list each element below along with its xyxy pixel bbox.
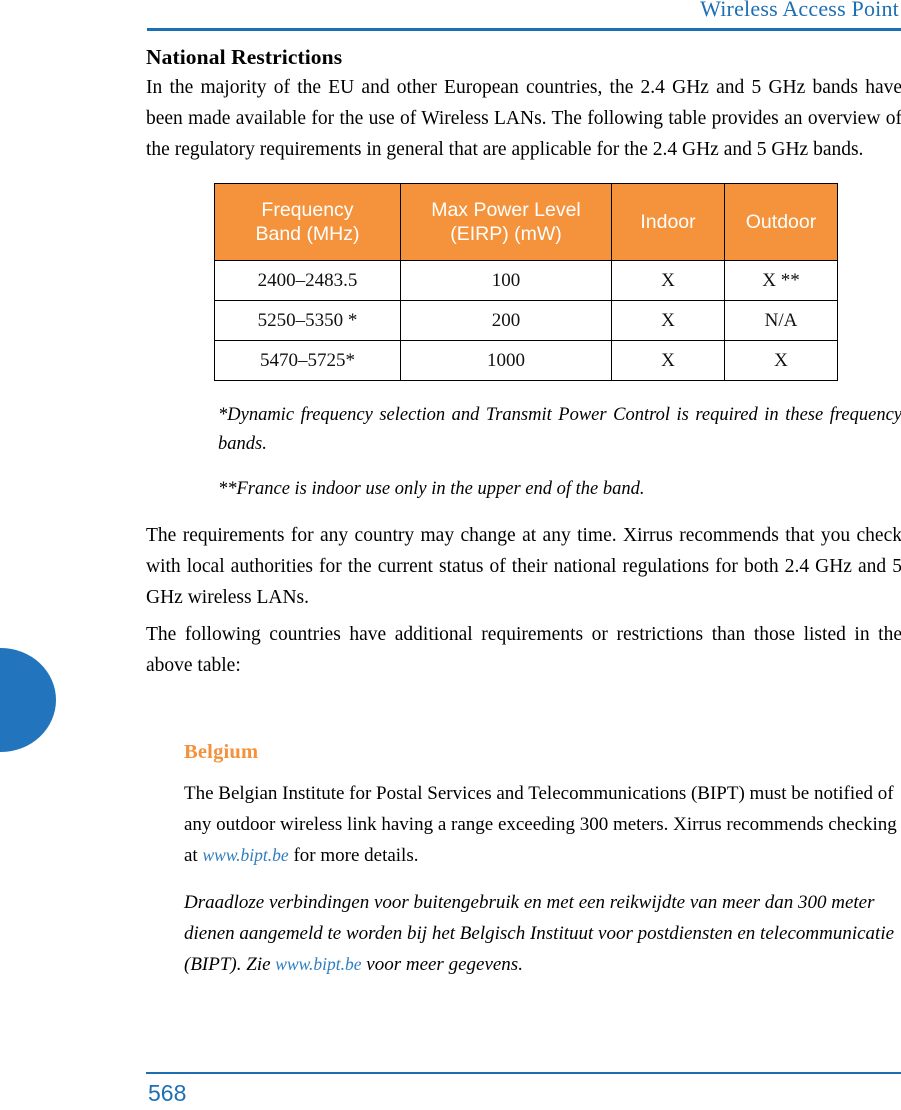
cell-indoor: X bbox=[611, 260, 725, 301]
footnote-france: **France is indoor use only in the upper… bbox=[218, 479, 645, 499]
table-header: Frequency Band (MHz) Max Power Level (EI… bbox=[214, 183, 838, 261]
column-header-outdoor: Outdoor bbox=[724, 183, 838, 261]
page-header: Wireless Access Point bbox=[0, 0, 901, 34]
cell-indoor: X bbox=[611, 300, 725, 341]
footnote-dynamic-frequency: *Dynamic frequency selection and Transmi… bbox=[218, 405, 901, 454]
table-row: 5250–5350 * 200 X N/A bbox=[214, 300, 838, 341]
table-footnotes: *Dynamic frequency selection and Transmi… bbox=[218, 401, 901, 504]
cell-max-power: 1000 bbox=[400, 340, 612, 381]
cell-indoor: X bbox=[611, 340, 725, 381]
belgium-english-paragraph: The Belgian Institute for Postal Service… bbox=[184, 778, 901, 871]
column-header-line-1: Frequency bbox=[261, 199, 354, 221]
intro-paragraph: In the majority of the EU and other Euro… bbox=[146, 77, 901, 160]
cell-outdoor: N/A bbox=[724, 300, 838, 341]
regulatory-table-wrapper: Frequency Band (MHz) Max Power Level (EI… bbox=[214, 183, 838, 381]
belgium-dutch-text-after-link: voor meer gegevens. bbox=[361, 954, 523, 975]
table-row: 5470–5725* 1000 X X bbox=[214, 340, 838, 381]
belgium-dutch-paragraph: Draadloze verbindingen voor buitengebrui… bbox=[184, 887, 901, 980]
requirements-paragraph: The requirements for any country may cha… bbox=[146, 525, 901, 608]
belgium-english-text-after-link: for more details. bbox=[288, 845, 419, 866]
page-number: 568 bbox=[148, 1080, 187, 1106]
cell-frequency-band: 2400–2483.5 bbox=[214, 260, 401, 301]
cell-frequency-band: 5470–5725* bbox=[214, 340, 401, 381]
column-header-line-2: (EIRP) (mW) bbox=[450, 223, 562, 245]
cell-max-power: 200 bbox=[400, 300, 612, 341]
page-footer: 568 bbox=[0, 1050, 901, 1110]
table-body: 2400–2483.5 100 X X ** 5250–5350 * 200 X… bbox=[214, 260, 838, 381]
footer-divider-rule bbox=[146, 1072, 901, 1074]
country-section-belgium: Belgium The Belgian Institute for Postal… bbox=[184, 741, 901, 980]
table-header-row: Frequency Band (MHz) Max Power Level (EI… bbox=[214, 183, 838, 261]
column-header-line-2: Band (MHz) bbox=[255, 223, 360, 245]
page-content: National Restrictions In the majority of… bbox=[146, 44, 901, 996]
column-header-max-power-level: Max Power Level (EIRP) (mW) bbox=[400, 183, 612, 261]
country-heading: Belgium bbox=[184, 741, 259, 763]
cell-outdoor: X bbox=[724, 340, 838, 381]
bipt-website-link[interactable]: www.bipt.be bbox=[202, 845, 288, 865]
header-divider-rule bbox=[147, 28, 901, 31]
bipt-website-link-dutch[interactable]: www.bipt.be bbox=[275, 954, 361, 974]
column-header-line-1: Max Power Level bbox=[431, 199, 581, 221]
cell-outdoor: X ** bbox=[724, 260, 838, 301]
column-header-indoor: Indoor bbox=[611, 183, 725, 261]
running-header-title: Wireless Access Point bbox=[700, 0, 899, 21]
table-row: 2400–2483.5 100 X X ** bbox=[214, 260, 838, 301]
cell-max-power: 100 bbox=[400, 260, 612, 301]
column-header-frequency-band: Frequency Band (MHz) bbox=[214, 183, 401, 261]
following-countries-paragraph: The following countries have additional … bbox=[146, 624, 901, 676]
chapter-thumb-tab bbox=[0, 648, 56, 752]
regulatory-requirements-table: Frequency Band (MHz) Max Power Level (EI… bbox=[214, 183, 838, 381]
page-title: National Restrictions bbox=[146, 45, 343, 69]
cell-frequency-band: 5250–5350 * bbox=[214, 300, 401, 341]
